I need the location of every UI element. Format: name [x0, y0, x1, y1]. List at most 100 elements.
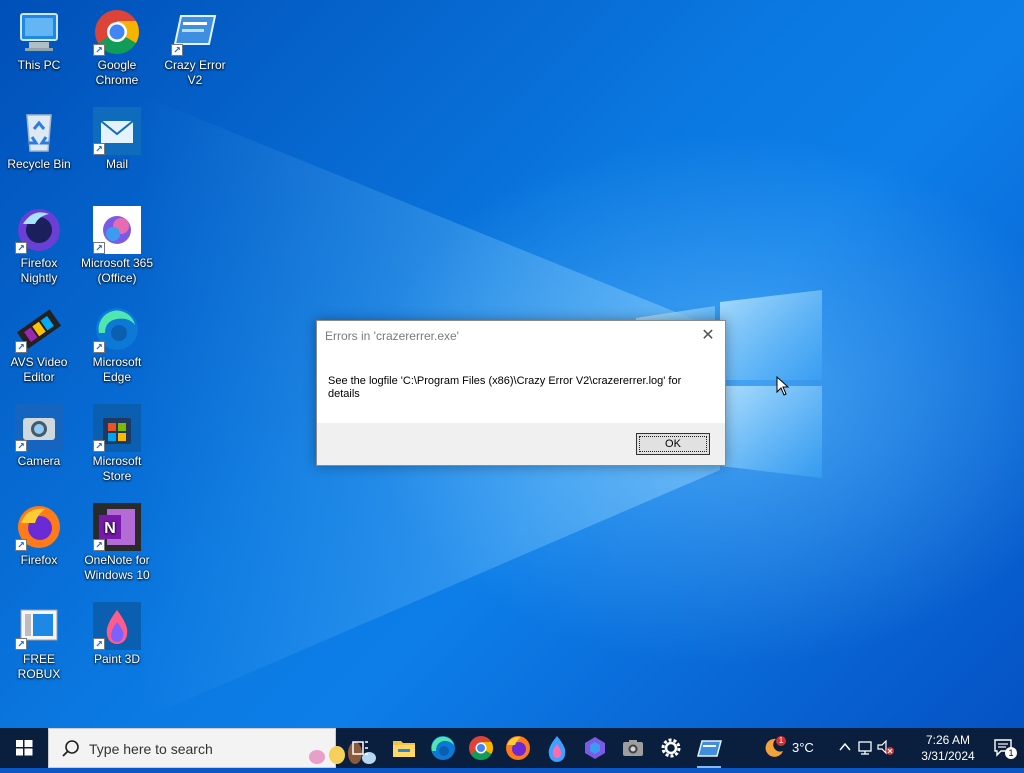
taskbar-file-explorer[interactable] [388, 732, 420, 764]
onenote-icon: N ↗ [93, 503, 141, 551]
shortcut-arrow-icon: ↗ [93, 242, 105, 254]
icon-label: OneNote for Windows 10 [84, 553, 150, 582]
mouse-cursor-icon [776, 376, 790, 396]
office-icon [585, 737, 605, 759]
dialog-title: Errors in 'crazererrer.exe' [325, 329, 459, 343]
computer-icon [15, 8, 63, 56]
icon-label: Firefox [20, 553, 58, 567]
close-icon[interactable]: ✕ [697, 325, 719, 347]
shortcut-arrow-icon: ↗ [93, 143, 105, 155]
icon-label: Mail [105, 157, 128, 171]
task-view-icon [352, 741, 368, 755]
crazy-error-icon: ↗ [171, 8, 219, 56]
paint3d-icon: ↗ [93, 602, 141, 650]
desktop-icon-google-chrome[interactable]: ↗ Google Chrome [79, 8, 155, 88]
icon-label: Recycle Bin [7, 157, 71, 171]
shortcut-arrow-icon: ↗ [15, 539, 27, 551]
chevron-up-icon [839, 742, 851, 751]
desktop-icon-this-pc[interactable]: This PC [1, 8, 77, 73]
settings-icon [661, 738, 681, 758]
shortcut-arrow-icon: ↗ [15, 341, 27, 353]
desktop-icon-microsoft-365[interactable]: ↗ Microsoft 365 (Office) [79, 206, 155, 286]
clock[interactable]: 7:26 AM 3/31/2024 [916, 732, 980, 764]
firefox-icon: ↗ [15, 503, 63, 551]
edge-icon [431, 736, 455, 760]
shortcut-arrow-icon: ↗ [93, 440, 105, 452]
camera-icon: ↗ [15, 404, 63, 452]
show-hidden-icons-button[interactable] [836, 728, 854, 768]
edge-icon: ↗ [93, 305, 141, 353]
desktop-icon-recycle-bin[interactable]: Recycle Bin [1, 107, 77, 172]
file-explorer-icon [393, 741, 415, 757]
system-tray: 1 3°C 7:26 AM 3/31/2024 1 [754, 728, 1024, 768]
taskbar-edge[interactable] [427, 732, 459, 764]
document-icon: ↗ [15, 602, 63, 650]
dialog-message: See the logfile 'C:\Program Files (x86)\… [328, 375, 682, 400]
desktop-icon-onenote[interactable]: N ↗ OneNote for Windows 10 [79, 503, 155, 583]
firefox-nightly-icon [548, 736, 566, 762]
volume-muted-icon [877, 740, 894, 755]
shortcut-arrow-icon: ↗ [15, 440, 27, 452]
shortcut-arrow-icon: ↗ [15, 242, 27, 254]
desktop-icon-firefox[interactable]: ↗ Firefox [1, 503, 77, 568]
clock-date: 3/31/2024 [921, 749, 975, 763]
clock-time: 7:26 AM [925, 733, 971, 747]
desktop-icon-camera[interactable]: ↗ Camera [1, 404, 77, 469]
firefox-nightly-icon: ↗ [15, 206, 63, 254]
taskbar-settings[interactable] [655, 732, 687, 764]
weather-temperature: 3°C [792, 740, 814, 755]
desktop-icon-microsoft-edge[interactable]: ↗ Microsoft Edge [79, 305, 155, 385]
search-icon [62, 740, 79, 757]
windows-logo-icon [16, 740, 33, 756]
network-button[interactable] [856, 728, 874, 768]
taskbar: Type here to search 1 3°C 7:26 AM 3/31/2… [0, 728, 1024, 768]
icon-label: Microsoft Edge [92, 355, 142, 384]
desktop-icon-free-robux[interactable]: ↗ FREE ROBUX [1, 602, 77, 682]
start-button[interactable] [0, 728, 48, 768]
dialog-footer: OK [317, 423, 725, 465]
crazy-error-icon [697, 740, 722, 757]
office-icon: ↗ [93, 206, 141, 254]
desktop-icon-crazy-error[interactable]: ↗ Crazy Error V2 [157, 8, 233, 88]
store-icon: ↗ [93, 404, 141, 452]
taskbar-crazy-error[interactable] [693, 732, 725, 768]
taskbar-camera[interactable] [617, 732, 649, 764]
taskbar-office[interactable] [579, 732, 611, 764]
taskbar-firefox[interactable] [502, 732, 534, 764]
icon-label: This PC [17, 58, 61, 72]
weather-badge: 1 [776, 736, 786, 746]
film-icon: ↗ [15, 305, 63, 353]
search-box[interactable]: Type here to search [48, 728, 376, 768]
icon-label: Paint 3D [93, 652, 141, 666]
icon-label: Camera [17, 454, 61, 468]
desktop-icon-mail[interactable]: ↗ Mail [79, 107, 155, 172]
desktop-icon-paint-3d[interactable]: ↗ Paint 3D [79, 602, 155, 667]
shortcut-arrow-icon: ↗ [93, 539, 105, 551]
svg-text:N: N [104, 520, 116, 537]
shortcut-arrow-icon: ↗ [93, 638, 105, 650]
desktop[interactable]: This PC ↗ Google Chrome ↗ Crazy Error V2… [0, 0, 1024, 728]
desktop-icon-firefox-nightly[interactable]: ↗ Firefox Nightly [1, 206, 77, 286]
chrome-icon [469, 736, 494, 761]
firefox-icon [506, 736, 530, 760]
icon-label: Crazy Error V2 [164, 58, 226, 87]
icon-label: FREE ROBUX [17, 652, 61, 681]
desktop-icon-avs-video-editor[interactable]: ↗ AVS Video Editor [1, 305, 77, 385]
camera-icon [623, 740, 643, 756]
shortcut-arrow-icon: ↗ [15, 638, 27, 650]
icon-label: Google Chrome [95, 58, 139, 87]
notification-center-button[interactable]: 1 [992, 736, 1018, 760]
chrome-icon: ↗ [93, 8, 141, 56]
desktop-icon-microsoft-store[interactable]: ↗ Microsoft Store [79, 404, 155, 484]
taskbar-chrome[interactable] [465, 732, 497, 764]
volume-button[interactable] [876, 728, 896, 768]
shortcut-arrow-icon: ↗ [93, 44, 105, 56]
ok-button[interactable]: OK [636, 433, 710, 455]
error-dialog: Errors in 'crazererrer.exe' ✕ See the lo… [316, 320, 726, 466]
icon-label: AVS Video Editor [10, 355, 68, 384]
taskbar-firefox-nightly[interactable] [541, 732, 573, 764]
task-view-button[interactable] [344, 732, 376, 764]
weather-widget[interactable]: 1 3°C [760, 728, 826, 768]
search-placeholder: Type here to search [89, 741, 213, 757]
shortcut-arrow-icon: ↗ [93, 341, 105, 353]
